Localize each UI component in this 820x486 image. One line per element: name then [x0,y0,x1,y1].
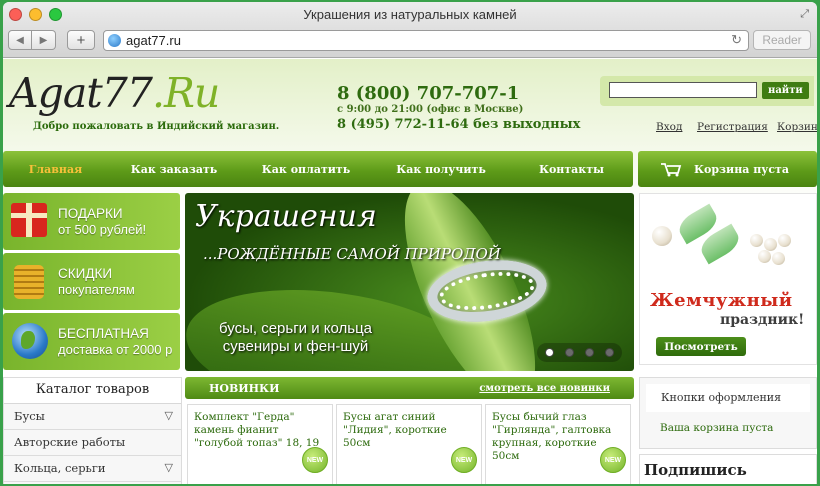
history-buttons: ◀ ▶ [8,30,56,50]
catalog-menu: Каталог товаров Бусы ▽ Авторские работы К… [3,377,182,484]
catalog-item-label: Кольца, серьги [14,461,106,475]
catalog-item-beads[interactable]: Бусы ▽ [4,404,181,430]
add-bookmark-button[interactable]: + [67,30,95,50]
web-page: Agat77.Ru Добро пожаловать в Индийский м… [3,59,817,484]
cart-info-box: Кнопки оформления Ваша корзина пуста [639,377,817,449]
banner-title: Украшения [195,199,377,234]
promo-title: БЕСПЛАТНАЯ [58,325,149,341]
address-bar[interactable]: agat77.ru ↻ [103,30,749,51]
catalog-title: Каталог товаров [4,378,181,404]
nav-contacts[interactable]: Контакты [510,163,633,176]
banner-caption-line: сувениры и фен-шуй [222,338,369,355]
cart-link[interactable]: Корзина [777,121,817,133]
promo-text: ПОДАРКИ от 500 рублей! [58,206,146,238]
promo-title: СКИДКИ [58,265,113,281]
promo-discounts[interactable]: СКИДКИ покупателям [3,253,180,310]
pearl-promo[interactable]: Жемчужный праздник! Посмотреть [639,193,817,365]
browser-window: Украшения из натуральных камней ⤢ ◀ ▶ + … [3,2,817,484]
banner-caption: бусы, серьги и кольца сувениры и фен-шуй [219,320,372,356]
product-title[interactable]: Комплект "Герда" камень фианит "голубой … [188,405,332,450]
window-title: Украшения из натуральных камней [303,7,517,22]
nav-home[interactable]: Главная [3,163,108,176]
product-title[interactable]: Бусы агат синий "Лидия", короткие 50см [337,405,481,450]
globe-icon [108,34,121,47]
globe-icon [3,313,58,370]
fullscreen-icon[interactable]: ⤢ [800,8,809,21]
catalog-item-rings-earrings[interactable]: Кольца, серьги ▽ [4,456,181,482]
banner-subtitle: ...РОЖДЁННЫЕ САМОЙ ПРИРОДОЙ [203,245,501,263]
catalog-item-label: Авторские работы [14,435,126,449]
back-button[interactable]: ◀ [8,30,32,50]
subscribe-box[interactable]: Подпишись [639,454,817,484]
view-button[interactable]: Посмотреть [656,337,746,356]
phone-primary: 8 (800) 707-707-1 [337,83,520,104]
pearl-image [772,252,785,265]
search-form: найти [600,76,814,106]
browser-toolbar: Украшения из натуральных камней ⤢ ◀ ▶ + … [3,2,817,58]
triangle-down-icon: ▽ [164,409,173,422]
basket-icon [660,161,682,177]
login-link[interactable]: Вход [656,121,682,133]
product-card[interactable]: Бусы бычий глаз "Гирлянда", галтовка кру… [485,404,631,484]
pearl-image [750,234,763,247]
promo-subtitle: от 500 рублей! [58,221,147,237]
reader-button[interactable]: Reader [753,30,811,50]
logo-accent: .Ru [151,69,220,117]
promo-subtitle: покупателям [58,281,135,297]
promo-text: СКИДКИ покупателям [58,266,135,298]
pearl-promo-subtitle: праздник! [720,312,805,328]
pearl-image [652,226,672,246]
gift-icon [3,193,58,250]
nav-how-to-order[interactable]: Как заказать [108,163,240,176]
product-card[interactable]: Комплект "Герда" камень фианит "голубой … [187,404,333,484]
new-badge: NEW [302,447,328,473]
catalog-item-label: Бусы [14,409,45,423]
empty-cart-link[interactable]: Ваша корзина пуста [640,412,816,434]
nav-how-to-receive[interactable]: Как получить [372,163,510,176]
pearl-image [778,234,791,247]
promo-subtitle: доставка от 2000 р [58,341,173,357]
register-link[interactable]: Регистрация [697,121,768,133]
triangle-down-icon: ▽ [164,461,173,474]
pearl-image [764,238,777,251]
promo-gifts[interactable]: ПОДАРКИ от 500 рублей! [3,193,180,250]
office-hours: с 9:00 до 21:00 (офис в Москве) [337,104,524,115]
pearl-promo-title: Жемчужный [650,290,793,311]
see-all-news-link[interactable]: смотреть все новинки [479,383,610,394]
new-badge: NEW [600,447,626,473]
logo-text: Agat77 [9,69,153,117]
nav-how-to-pay[interactable]: Как оплатить [240,163,372,176]
new-badge: NEW [451,447,477,473]
catalog-item-author-works[interactable]: Авторские работы [4,430,181,456]
url-text: agat77.ru [126,33,181,48]
slide-dot[interactable] [585,348,594,357]
main-navigation: Главная Как заказать Как оплатить Как по… [3,151,633,187]
coins-icon [3,253,58,310]
search-input[interactable] [609,82,757,98]
phone-secondary: 8 (495) 772-11-64 без выходных [337,117,581,132]
forward-button[interactable]: ▶ [32,30,56,50]
hero-banner[interactable]: Украшения ...РОЖДЁННЫЕ САМОЙ ПРИРОДОЙ бу… [185,193,634,371]
slider-dots [537,343,622,362]
promo-free-delivery[interactable]: БЕСПЛАТНАЯ доставка от 2000 р [3,313,180,370]
news-title: НОВИНКИ [209,381,280,395]
subscribe-title: Подпишись [644,461,747,479]
pearl-image [758,250,771,263]
search-button[interactable]: найти [762,82,809,99]
promo-title: ПОДАРКИ [58,205,123,221]
slide-dot[interactable] [545,348,554,357]
banner-caption-line: бусы, серьги и кольца [219,320,373,337]
welcome-text: Добро пожаловать в Индийский магазин. [33,121,280,132]
buttons-link[interactable]: Кнопки оформления [646,384,810,412]
cart-widget[interactable]: Корзина пуста [638,151,817,187]
slide-dot[interactable] [565,348,574,357]
slide-dot[interactable] [605,348,614,357]
product-card[interactable]: Бусы агат синий "Лидия", короткие 50см N… [336,404,482,484]
reload-icon[interactable]: ↻ [731,32,742,48]
site-logo[interactable]: Agat77.Ru [9,69,220,117]
promo-text: БЕСПЛАТНАЯ доставка от 2000 р [58,326,172,358]
cart-status: Корзина пуста [694,162,789,176]
news-header: НОВИНКИ смотреть все новинки [185,377,634,399]
